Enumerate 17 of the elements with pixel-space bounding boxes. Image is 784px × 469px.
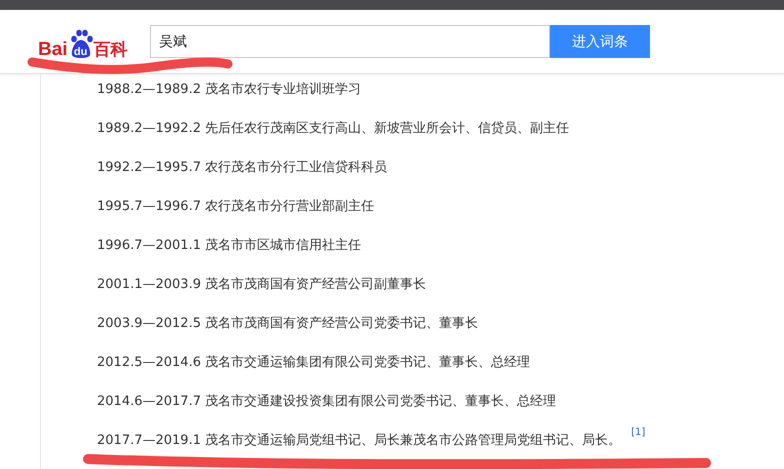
career-entry: 1989.2—1992.2 先后任农行茂南区支行高山、新坡营业所会计、信贷员、副主任	[97, 120, 570, 137]
logo-text: 百科	[94, 40, 128, 60]
career-entry: 2001.1—2003.9 茂名市茂商国有资产经营公司副董事长	[97, 276, 426, 293]
career-entry: 2017.7—2019.1 茂名市交通运输局党组书记、局长兼茂名市公路管理局党组书记、局长。	[97, 432, 622, 449]
logo-text: Bai	[38, 40, 68, 60]
career-entry: 1992.2—1995.7 农行茂名市分行工业信贷科科员	[97, 159, 388, 176]
career-entry: 2014.6—2017.7 茂名市交通建设投资集团有限公司党委书记、董事长、总经理	[97, 393, 556, 410]
footnote-link[interactable]: [1]	[631, 427, 646, 438]
career-entry: 2012.5—2014.6 茂名市交通运输集团有限公司党委书记、董事长、总经理	[97, 354, 530, 371]
logo-text: du	[72, 44, 88, 58]
search-field[interactable]: 吴斌	[150, 25, 550, 58]
career-entry: 1988.2—1989.2 茂名市农行专业培训班学习	[97, 81, 362, 98]
career-entry: 2003.9—2012.5 茂名市茂商国有资产经营公司党委书记、董事长	[97, 315, 478, 332]
paw-icon	[68, 28, 93, 60]
career-entry: 1995.7—1996.7 农行茂名市分行营业部副主任	[97, 198, 374, 215]
career-entry: 1996.7—2001.1 茂名市市区城市信用社主任	[97, 237, 362, 254]
enter-entry-button[interactable]: 进入词条	[550, 25, 650, 58]
